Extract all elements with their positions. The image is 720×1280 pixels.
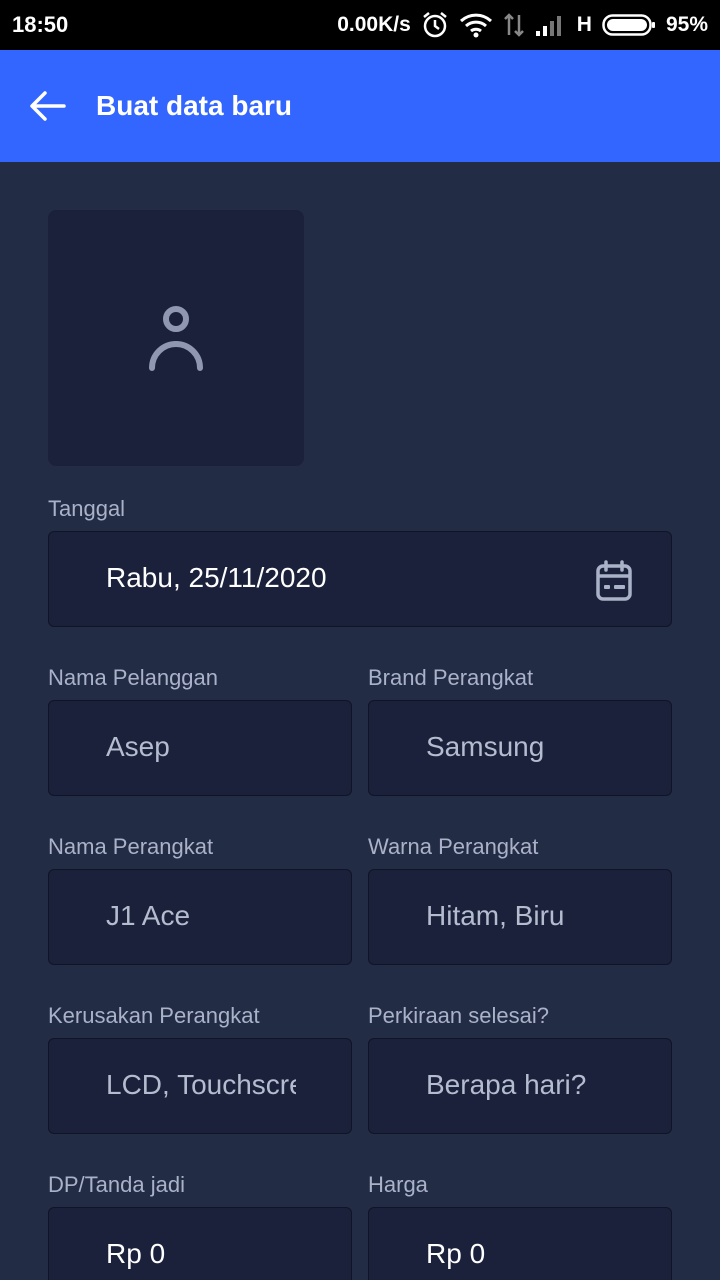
tanggal-label: Tanggal <box>48 496 126 521</box>
perkiraan-selesai-field[interactable]: Berapa hari? <box>368 1038 672 1134</box>
back-button[interactable] <box>26 86 70 126</box>
kerusakan-perangkat-value: LCD, Touchscreen <box>106 1069 296 1100</box>
dp-label: DP/Tanda jadi <box>48 1172 185 1197</box>
photo-picker[interactable] <box>48 210 304 466</box>
perkiraan-selesai-placeholder: Berapa hari? <box>426 1069 587 1100</box>
battery-level: 95% <box>665 13 708 36</box>
warna-perangkat-value: Hitam, Biru <box>426 900 565 931</box>
network-type: H <box>576 13 592 36</box>
harga-field[interactable]: Rp 0 <box>368 1207 672 1280</box>
tanggal-field[interactable]: Rabu, 25/11/2020 <box>48 531 672 627</box>
status-icons: 0.00K/s H 95% <box>337 10 708 40</box>
battery-icon <box>602 13 656 37</box>
brand-perangkat-field[interactable]: Samsung <box>368 700 672 796</box>
nama-pelanggan-field[interactable]: Asep <box>48 700 352 796</box>
arrow-left-icon <box>30 91 66 121</box>
net-speed: 0.00K/s <box>337 13 411 36</box>
harga-label: Harga <box>368 1172 428 1197</box>
brand-perangkat-label: Brand Perangkat <box>368 665 534 690</box>
harga-value: Rp 0 <box>426 1238 486 1269</box>
signal-icon <box>535 13 567 37</box>
kerusakan-perangkat-field[interactable]: LCD, Touchscreen <box>48 1038 352 1134</box>
dp-value: Rp 0 <box>106 1238 166 1269</box>
tanggal-value: Rabu, 25/11/2020 <box>106 562 327 593</box>
nama-pelanggan-label: Nama Pelanggan <box>48 665 219 690</box>
person-icon <box>149 306 203 371</box>
status-bar: 18:50 0.00K/s H 95% <box>0 0 720 50</box>
warna-perangkat-field[interactable]: Hitam, Biru <box>368 869 672 965</box>
wifi-icon <box>459 12 493 38</box>
nama-pelanggan-value: Asep <box>106 731 170 762</box>
nama-perangkat-value: J1 Ace <box>106 900 191 931</box>
nama-perangkat-label: Nama Perangkat <box>48 834 214 859</box>
perkiraan-selesai-label: Perkiraan selesai? <box>368 1003 549 1028</box>
dp-field[interactable]: Rp 0 <box>48 1207 352 1280</box>
nama-perangkat-field[interactable]: J1 Ace <box>48 869 352 965</box>
status-time: 18:50 <box>12 12 69 37</box>
brand-perangkat-value: Samsung <box>426 731 545 762</box>
warna-perangkat-label: Warna Perangkat <box>368 834 539 859</box>
calendar-icon[interactable] <box>595 560 633 602</box>
kerusakan-perangkat-label: Kerusakan Perangkat <box>48 1003 260 1028</box>
app-bar: Buat data baru <box>0 50 720 162</box>
page-title: Buat data baru <box>96 90 293 121</box>
data-transfer-icon <box>503 12 525 38</box>
alarm-icon <box>421 11 449 39</box>
